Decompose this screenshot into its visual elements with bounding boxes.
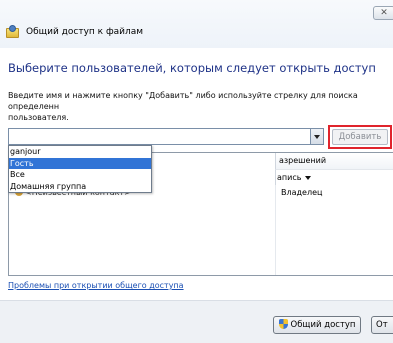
close-icon: ✕ — [380, 8, 388, 18]
share-button[interactable]: Общий доступ — [273, 316, 361, 334]
dropdown-option[interactable]: ganjour — [9, 146, 151, 158]
dropdown-option[interactable]: Домашняя группа — [9, 181, 151, 193]
add-button[interactable]: Добавить — [332, 129, 388, 145]
user-dropdown-list[interactable]: ganjour Гость Все Домашняя группа — [8, 145, 152, 193]
column-header-permissions-sub[interactable]: апись — [275, 169, 393, 185]
sharing-help-link[interactable]: Проблемы при открытии общего доступа — [8, 281, 184, 290]
title-bar: ✕ Общий доступ к файлам — [0, 0, 393, 48]
window-title: Общий доступ к файлам — [26, 27, 144, 37]
cancel-button[interactable]: От — [371, 316, 393, 334]
uac-shield-icon — [278, 319, 288, 329]
column-header-permissions[interactable]: азрешений — [275, 153, 393, 169]
permission-level-cell: Владелец — [281, 188, 323, 197]
dropdown-option-selected[interactable]: Гость — [9, 157, 151, 169]
dropdown-option[interactable]: Все — [9, 169, 151, 181]
file-sharing-window: ✕ Общий доступ к файлам Выберите пользов… — [0, 0, 393, 343]
close-button[interactable]: ✕ — [373, 6, 393, 20]
dropdown-arrow-button[interactable] — [310, 129, 323, 144]
add-button-highlight: Добавить — [328, 125, 392, 149]
instructions-text: Введите имя и нажмите кнопку "Добавить" … — [8, 91, 358, 122]
dialog-footer: Общий доступ От — [0, 300, 393, 343]
window-title-row: Общий доступ к файлам — [6, 24, 143, 40]
chevron-down-icon — [305, 175, 312, 180]
page-heading: Выберите пользователей, которым следует … — [8, 61, 376, 75]
file-sharing-icon — [6, 25, 20, 39]
user-name-combobox[interactable] — [8, 128, 324, 145]
